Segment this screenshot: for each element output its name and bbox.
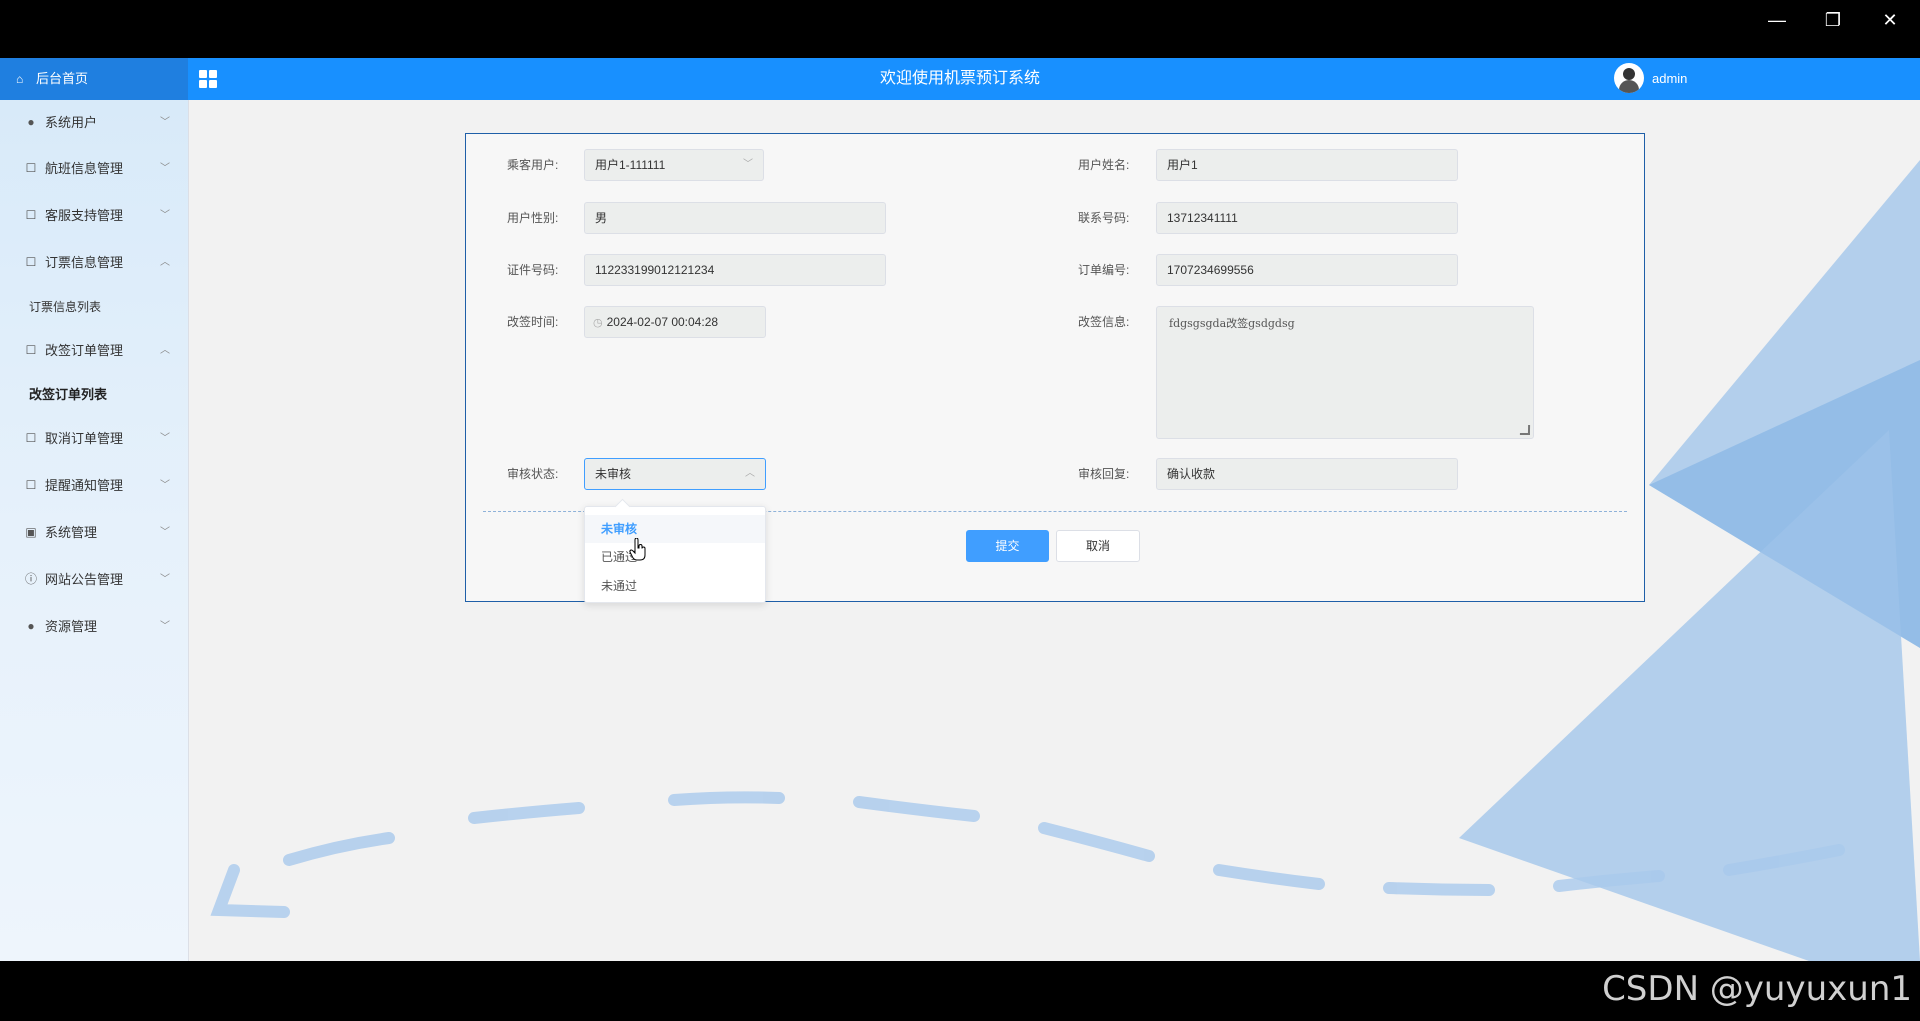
clock-icon: ◷ — [593, 317, 603, 329]
edit-icon: ☐ — [25, 161, 37, 175]
hand-cursor-icon — [629, 538, 646, 561]
sidebar-item-flight-info[interactable]: ☐ 航班信息管理 ﹀ — [0, 146, 188, 192]
phone-field[interactable]: 13712341111 — [1156, 202, 1458, 234]
dropdown-option-pending[interactable]: 未审核 — [585, 515, 765, 543]
sidebar-item-change-orders[interactable]: ☐ 改签订单管理 ︿ — [0, 328, 188, 374]
sidebar-subitem-booking-list[interactable]: 订票信息列表 — [0, 287, 188, 327]
review-status-dropdown: 未审核 已通过 未通过 — [584, 506, 766, 603]
edit-icon: ☐ — [25, 343, 37, 357]
chevron-down-icon: ﹀ — [160, 574, 170, 585]
sidebar-item-label: 订票信息管理 — [45, 255, 124, 270]
chevron-down-icon: ﹀ — [160, 621, 170, 632]
chevron-up-icon: ︿ — [160, 257, 170, 268]
sidebar-item-label: 资源管理 — [45, 619, 98, 634]
gender-field[interactable]: 男 — [584, 202, 886, 234]
sidebar-item-label: 改签订单列表 — [29, 387, 108, 402]
gender-label: 用户性别: — [507, 211, 559, 225]
resize-handle-icon[interactable] — [1519, 425, 1531, 435]
sidebar-item-label: 提醒通知管理 — [45, 478, 124, 493]
chevron-down-icon: ﹀ — [160, 433, 170, 444]
sidebar-item-system-management[interactable]: ▣ 系统管理 ﹀ — [0, 510, 188, 556]
change-info-textarea[interactable]: fdgsgsgda改签gsdgdsg — [1156, 306, 1534, 439]
review-reply-field[interactable]: 确认收款 — [1156, 458, 1458, 490]
home-label: 后台首页 — [36, 71, 89, 86]
sidebar-item-label: 取消订单管理 — [45, 431, 124, 446]
info-icon: ⓘ — [24, 572, 37, 586]
window-titlebar: — ❐ ✕ — [0, 0, 1920, 58]
location-icon: ● — [27, 619, 35, 633]
sidebar-item-resources[interactable]: ● 资源管理 ﹀ — [0, 604, 188, 650]
edit-icon: ☐ — [25, 431, 37, 445]
id-number-label: 证件号码: — [507, 263, 559, 277]
sidebar-item-announcements[interactable]: ⓘ 网站公告管理 ﹀ — [0, 557, 188, 603]
sidebar-item-booking-info[interactable]: ☐ 订票信息管理 ︿ — [0, 240, 188, 286]
chevron-down-icon: ﹀ — [160, 210, 170, 221]
sidebar-item-label: 系统管理 — [45, 525, 98, 540]
sidebar-item-label: 网站公告管理 — [45, 572, 124, 587]
sidebar-item-label: 客服支持管理 — [45, 208, 124, 223]
user-name[interactable]: admin — [1652, 58, 1687, 100]
dropdown-option-rejected[interactable]: 未通过 — [585, 572, 765, 600]
passenger-user-label: 乘客用户: — [507, 158, 559, 172]
passenger-user-select[interactable]: 用户1-111111 ﹀ — [584, 149, 764, 181]
restore-icon[interactable]: ❐ — [1813, 6, 1853, 34]
image-icon: ▣ — [25, 525, 37, 539]
change-info-label: 改签信息: — [1078, 315, 1130, 329]
user-name-label: 用户姓名: — [1078, 158, 1130, 172]
sidebar-item-cancel-orders[interactable]: ☐ 取消订单管理 ﹀ — [0, 416, 188, 462]
sidebar-item-reminders[interactable]: ☐ 提醒通知管理 ﹀ — [0, 463, 188, 509]
id-number-field[interactable]: 112233199012121234 — [584, 254, 886, 286]
minimize-icon[interactable]: — — [1757, 6, 1797, 34]
sidebar: ● 系统用户 ﹀ ☐ 航班信息管理 ﹀ ☐ 客服支持管理 ﹀ ☐ 订票信息管理 … — [0, 100, 189, 961]
review-reply-label: 审核回复: — [1078, 467, 1130, 481]
dropdown-option-approved[interactable]: 已通过 — [585, 543, 765, 571]
chevron-up-icon: ︿ — [160, 345, 170, 356]
review-status-value: 未审核 — [595, 467, 632, 481]
home-link[interactable]: ⌂ 后台首页 — [0, 58, 188, 100]
apps-grid-icon[interactable] — [199, 70, 217, 88]
phone-label: 联系号码: — [1078, 211, 1130, 225]
sidebar-item-system-users[interactable]: ● 系统用户 ﹀ — [0, 100, 188, 146]
user-name-field[interactable]: 用户1 — [1156, 149, 1458, 181]
sidebar-subitem-change-order-list[interactable]: 改签订单列表 — [0, 375, 188, 415]
change-time-value: 2024-02-07 00:04:28 — [606, 315, 719, 329]
review-status-select[interactable]: 未审核 ︿ — [584, 458, 766, 490]
order-no-label: 订单编号: — [1078, 263, 1130, 277]
edit-icon: ☐ — [25, 478, 37, 492]
avatar[interactable] — [1614, 63, 1644, 93]
watermark: CSDN @yuyuxun1 — [1602, 969, 1912, 1009]
passenger-user-value: 用户1-111111 — [595, 158, 666, 172]
sidebar-item-label: 系统用户 — [45, 115, 98, 130]
chevron-down-icon: ﹀ — [160, 117, 170, 128]
close-icon[interactable]: ✕ — [1870, 6, 1910, 34]
user-icon: ● — [27, 115, 35, 129]
top-header: ⌂ 后台首页 欢迎使用机票预订系统 admin — [0, 58, 1920, 100]
submit-button[interactable]: 提交 — [966, 530, 1049, 562]
chevron-up-icon: ︿ — [745, 468, 755, 479]
review-status-label: 审核状态: — [507, 467, 559, 481]
sidebar-item-customer-support[interactable]: ☐ 客服支持管理 ﹀ — [0, 193, 188, 239]
home-icon: ⌂ — [16, 72, 24, 86]
chevron-down-icon: ﹀ — [160, 163, 170, 174]
chevron-down-icon: ﹀ — [743, 159, 753, 170]
edit-icon: ☐ — [25, 208, 37, 222]
order-no-field[interactable]: 1707234699556 — [1156, 254, 1458, 286]
bottom-bar: CSDN @yuyuxun1 — [0, 961, 1920, 1021]
change-time-label: 改签时间: — [507, 315, 559, 329]
cancel-button[interactable]: 取消 — [1056, 530, 1140, 562]
sidebar-item-label: 改签订单管理 — [45, 343, 124, 358]
change-info-value: fdgsgsgda改签gsdgdsg — [1169, 317, 1295, 330]
edit-icon: ☐ — [25, 255, 37, 269]
chevron-down-icon: ﹀ — [160, 480, 170, 491]
sidebar-item-label: 航班信息管理 — [45, 161, 124, 176]
change-time-picker[interactable]: ◷ 2024-02-07 00:04:28 — [584, 306, 766, 338]
app-window: ⌂ 后台首页 欢迎使用机票预订系统 admin ● 系统用户 ﹀ ☐ 航班信息管… — [0, 58, 1920, 961]
sidebar-item-label: 订票信息列表 — [29, 300, 102, 314]
chevron-down-icon: ﹀ — [160, 527, 170, 538]
